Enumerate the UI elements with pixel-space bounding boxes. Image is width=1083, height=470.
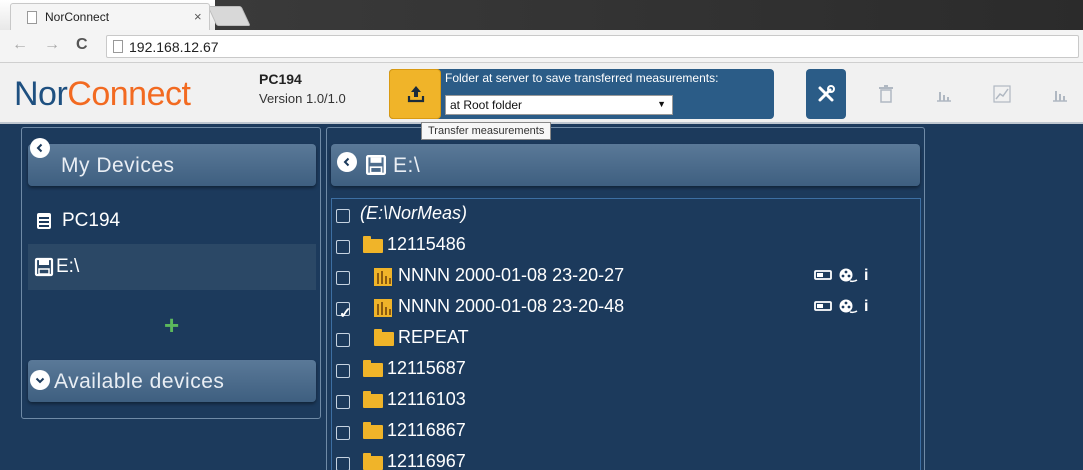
row-label: NNNN 2000-01-08 23-20-48 <box>398 296 625 316</box>
list-item[interactable]: 12115486 <box>332 230 920 261</box>
url-text: 192.168.12.67 <box>129 39 219 55</box>
transfer-panel: Folder at server to save transferred mea… <box>389 69 774 119</box>
delete-button[interactable] <box>866 69 906 119</box>
device-label: PC194 <box>62 210 121 231</box>
device-name: PC194 <box>259 71 302 87</box>
my-devices-title: My Devices <box>61 154 175 177</box>
devices-panel: My Devices PC194 E:\ + Available devices <box>21 127 321 419</box>
back-icon[interactable] <box>337 152 357 172</box>
info-icon[interactable]: i <box>864 267 868 285</box>
measurement-icon <box>374 299 392 317</box>
spectrum-chart-button[interactable] <box>1040 69 1080 119</box>
file-browser-title: E:\ <box>393 154 421 177</box>
file-list: (E:\NorMeas) 12115486 NNNN 2000-01-08 23… <box>331 198 921 470</box>
address-bar: ← → C 192.168.12.67 <box>0 30 1083 63</box>
list-item[interactable]: 12115687 <box>332 354 920 385</box>
file-browser-panel: E:\ (E:\NorMeas) 12115486 NNNN 2000-01-0… <box>326 127 925 470</box>
browser-tabstrip: NorConnect × <box>0 0 1083 30</box>
memory-card-icon[interactable] <box>814 269 832 281</box>
available-devices-title: Available devices <box>54 370 225 393</box>
list-item[interactable]: 12116867 <box>332 416 920 447</box>
memory-card-icon[interactable] <box>814 300 832 312</box>
page-icon <box>27 11 37 24</box>
transfer-folder-label: Folder at server to save transferred mea… <box>445 71 719 85</box>
app-header: NorConnect PC194 Version 1.0/1.0 Folder … <box>0 63 1083 124</box>
folder-icon <box>363 422 383 439</box>
transfer-tooltip: Transfer measurements <box>421 122 552 140</box>
row-checkbox[interactable] <box>336 364 350 378</box>
available-devices-header[interactable]: Available devices <box>28 360 316 402</box>
tabstrip-background <box>215 0 1083 30</box>
settings-button[interactable] <box>806 69 846 119</box>
back-icon[interactable]: ← <box>12 36 28 54</box>
folder-icon <box>363 453 383 470</box>
row-label: NNNN 2000-01-08 23-20-27 <box>398 265 625 285</box>
row-label: 12115687 <box>387 358 466 378</box>
row-checkbox[interactable] <box>336 426 350 440</box>
browser-tab[interactable]: NorConnect × <box>10 3 210 30</box>
line-chart-icon <box>993 85 1011 103</box>
film-reel-icon[interactable] <box>838 298 858 314</box>
row-checkbox[interactable] <box>336 240 350 254</box>
row-label: REPEAT <box>398 327 469 347</box>
row-label: 12116867 <box>387 420 466 440</box>
row-label: 12116967 <box>387 451 466 470</box>
list-item[interactable]: (E:\NorMeas) <box>332 199 920 230</box>
row-label: 12115486 <box>387 234 466 254</box>
add-device-button[interactable]: + <box>164 310 179 341</box>
film-reel-icon[interactable] <box>838 267 858 283</box>
close-tab-icon[interactable]: × <box>194 9 202 24</box>
list-item[interactable]: 12116103 <box>332 385 920 416</box>
server-folder-select[interactable]: at Root folder ▼ <box>445 95 673 115</box>
url-input[interactable]: 192.168.12.67 <box>106 35 1079 58</box>
file-browser-header: E:\ <box>331 144 920 186</box>
reload-icon[interactable]: C <box>76 36 88 54</box>
bar-chart-button[interactable] <box>924 69 964 119</box>
check-icon: ✓ <box>339 305 352 322</box>
my-devices-header[interactable]: My Devices <box>28 138 316 186</box>
row-checkbox[interactable]: ✓ <box>336 302 352 322</box>
folder-icon <box>363 360 383 377</box>
row-label: (E:\NorMeas) <box>360 203 468 223</box>
line-chart-button[interactable] <box>982 69 1022 119</box>
row-checkbox[interactable] <box>336 457 350 470</box>
forward-icon[interactable]: → <box>44 36 60 54</box>
device-item-pc194[interactable]: PC194 <box>28 198 316 244</box>
bar-chart-icon <box>937 92 951 102</box>
list-item[interactable]: 12116967 <box>332 447 920 470</box>
app-logo: NorConnect <box>14 75 191 113</box>
upload-icon <box>407 86 425 103</box>
row-checkbox[interactable] <box>336 395 350 409</box>
floppy-icon <box>365 154 387 176</box>
row-checkbox[interactable] <box>336 271 350 285</box>
measurement-icon <box>374 268 392 286</box>
row-label: 12116103 <box>387 389 466 409</box>
expand-icon[interactable] <box>30 370 50 390</box>
trash-icon <box>879 85 893 103</box>
tab-title: NorConnect <box>45 10 110 24</box>
device-label: E:\ <box>56 256 80 277</box>
floppy-icon <box>34 257 54 277</box>
row-checkbox[interactable] <box>336 333 350 347</box>
row-checkbox[interactable] <box>336 209 350 223</box>
collapse-icon[interactable] <box>30 138 50 158</box>
dropdown-arrow-icon: ▼ <box>657 99 666 109</box>
info-icon[interactable]: i <box>864 298 868 316</box>
spectrum-icon <box>1053 91 1067 102</box>
device-version: Version 1.0/1.0 <box>259 91 346 106</box>
list-item[interactable]: REPEAT <box>332 323 920 354</box>
list-item[interactable]: NNNN 2000-01-08 23-20-27 i <box>332 261 920 292</box>
tools-icon <box>818 85 835 102</box>
folder-icon <box>363 236 383 253</box>
page-icon <box>113 40 123 53</box>
device-item-e-drive[interactable]: E:\ <box>28 244 316 290</box>
transfer-measurements-button[interactable] <box>389 69 441 119</box>
list-item[interactable]: ✓ NNNN 2000-01-08 23-20-48 i <box>332 292 920 323</box>
folder-icon <box>374 329 394 346</box>
folder-icon <box>363 391 383 408</box>
server-icon <box>37 213 51 229</box>
